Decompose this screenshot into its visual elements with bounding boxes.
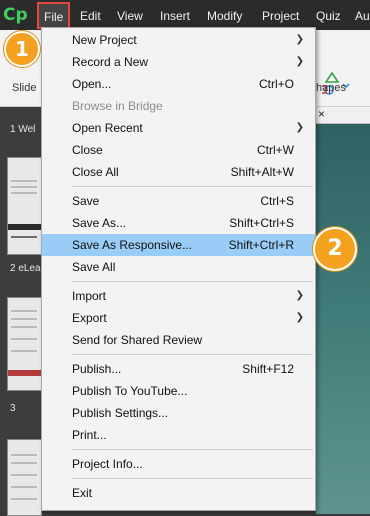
menu-item-label: Project Info...	[72, 457, 143, 471]
menu-bar: Cp File Edit View Insert Modify Project …	[0, 0, 370, 30]
menu-item-label: Save As...	[72, 216, 127, 230]
menu-quiz[interactable]: Quiz	[316, 0, 341, 30]
menu-item-publish[interactable]: Publish... Shift+F12	[42, 358, 315, 380]
filmstrip-panel: 1 Wel 2 eLea 3	[0, 107, 42, 516]
menu-item-label: Publish To YouTube...	[72, 384, 188, 398]
menu-item-save[interactable]: Save Ctrl+S	[42, 190, 315, 212]
menu-item-record-a-new[interactable]: Record a New ❯	[42, 51, 315, 73]
submenu-arrow-icon: ❯	[295, 290, 304, 301]
menu-item-label: Publish Settings...	[72, 406, 169, 420]
menu-item-shortcut: Shift+Ctrl+R	[228, 238, 294, 252]
menu-item-send-for-shared-review[interactable]: Send for Shared Review	[42, 329, 315, 351]
slide-thumbnail-2[interactable]	[7, 157, 42, 255]
close-tab-icon[interactable]: ×	[318, 107, 325, 121]
submenu-arrow-icon: ❯	[295, 56, 304, 67]
menu-item-shortcut: Shift+F12	[242, 362, 294, 376]
menu-item-open[interactable]: Open... Ctrl+O	[42, 73, 315, 95]
menu-item-shortcut: Shift+Alt+W	[230, 165, 294, 179]
menu-item-label: Open...	[72, 77, 112, 91]
slide-thumbnail-3[interactable]	[7, 297, 42, 391]
menu-item-save-all[interactable]: Save All	[42, 256, 315, 278]
menu-file[interactable]: File	[37, 2, 71, 29]
menu-item-save-as-responsive[interactable]: Save As Responsive... Shift+Ctrl+R	[42, 234, 315, 256]
menu-item-open-recent[interactable]: Open Recent ❯	[42, 117, 315, 139]
menu-separator	[72, 186, 313, 187]
menu-project[interactable]: Project	[262, 0, 299, 30]
menu-item-publish-settings[interactable]: Publish Settings...	[42, 402, 315, 424]
menu-item-label: Browse in Bridge	[72, 99, 163, 113]
slides-button-label[interactable]: Slide	[12, 82, 36, 94]
menu-item-label: Publish...	[72, 362, 122, 376]
menu-item-label: Import	[72, 289, 107, 303]
menu-audio[interactable]: Au	[355, 0, 370, 30]
menu-item-export[interactable]: Export ❯	[42, 307, 315, 329]
app-logo: Cp	[3, 5, 28, 25]
menu-edit[interactable]: Edit	[80, 0, 101, 30]
menu-item-browse-in-bridge: Browse in Bridge	[42, 95, 315, 117]
menu-item-close-all[interactable]: Close All Shift+Alt+W	[42, 161, 315, 183]
slide-label-1: 1 Wel	[10, 124, 36, 135]
menu-item-label: Save As Responsive...	[72, 238, 193, 252]
menu-item-label: Export	[72, 311, 107, 325]
menu-item-label: Close	[72, 143, 103, 157]
stage-canvas[interactable]	[316, 107, 370, 514]
submenu-arrow-icon: ❯	[295, 122, 304, 133]
slide-thumbnail-4[interactable]	[7, 439, 42, 516]
menu-modify[interactable]: Modify	[207, 0, 242, 30]
menu-item-label: Record a New	[72, 55, 149, 69]
menu-item-shortcut: Ctrl+O	[258, 77, 294, 91]
menu-item-shortcut: Ctrl+W	[257, 143, 294, 157]
menu-item-label: Print...	[72, 428, 107, 442]
menu-item-label: Open Recent	[72, 121, 143, 135]
menu-item-print[interactable]: Print...	[42, 424, 315, 446]
menu-item-publish-to-youtube[interactable]: Publish To YouTube...	[42, 380, 315, 402]
menu-item-label: Save	[72, 194, 100, 208]
shapes-button-label[interactable]: hapes	[316, 82, 346, 94]
menu-separator	[72, 478, 313, 479]
menu-item-label: Send for Shared Review	[72, 333, 203, 347]
menu-item-project-info[interactable]: Project Info...	[42, 453, 315, 475]
slide-label-2: 2 eLea	[10, 263, 41, 274]
menu-item-label: Save All	[72, 260, 116, 274]
menu-view[interactable]: View	[117, 0, 143, 30]
menu-item-import[interactable]: Import ❯	[42, 285, 315, 307]
menu-item-shortcut: Ctrl+S	[260, 194, 294, 208]
menu-separator	[72, 449, 313, 450]
menu-item-label: New Project	[72, 33, 137, 47]
submenu-arrow-icon: ❯	[295, 312, 304, 323]
menu-item-label: Exit	[72, 486, 93, 500]
menu-item-label: Close All	[72, 165, 119, 179]
menu-item-close[interactable]: Close Ctrl+W	[42, 139, 315, 161]
menu-item-shortcut: Shift+Ctrl+S	[229, 216, 294, 230]
menu-separator	[72, 281, 313, 282]
step-badge-1: 1	[4, 31, 40, 67]
slide-label-3: 3	[10, 403, 16, 414]
menu-item-exit[interactable]: Exit	[42, 482, 315, 504]
file-menu-dropdown: New Project ❯ Record a New ❯ Open... Ctr…	[41, 27, 316, 511]
menu-item-save-as[interactable]: Save As... Shift+Ctrl+S	[42, 212, 315, 234]
step-badge-2: 2	[313, 227, 357, 271]
menu-separator	[72, 354, 313, 355]
menu-item-new-project[interactable]: New Project ❯	[42, 29, 315, 51]
submenu-arrow-icon: ❯	[295, 34, 304, 45]
menu-insert[interactable]: Insert	[160, 0, 190, 30]
